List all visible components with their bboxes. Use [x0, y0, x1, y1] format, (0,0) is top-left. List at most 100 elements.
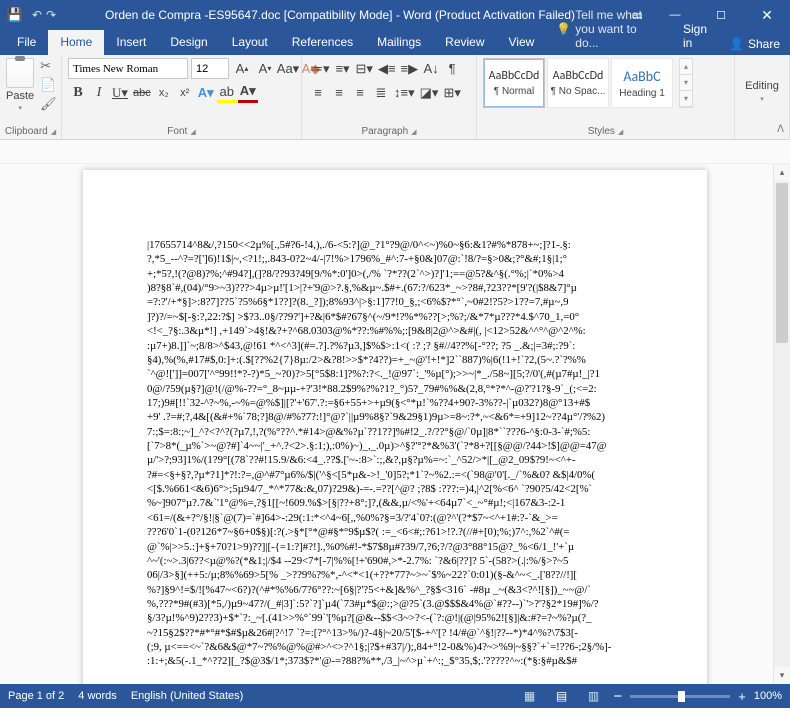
styles-group-label: Styles: [588, 126, 615, 137]
zoom-out-button[interactable]: −: [614, 688, 623, 705]
style-no-spacing[interactable]: AaBbCcDd ¶ No Spac...: [547, 58, 609, 108]
ruler[interactable]: [0, 140, 790, 164]
scroll-up-icon[interactable]: ▴: [774, 164, 790, 181]
format-painter-icon[interactable]: 🖌: [40, 96, 57, 112]
font-launcher-icon[interactable]: ◢: [190, 128, 195, 136]
collapse-ribbon-icon[interactable]: ᐱ: [777, 124, 784, 135]
qat-redo-icon[interactable]: ↷: [44, 8, 58, 22]
vertical-scrollbar[interactable]: ▴ ▾: [773, 164, 790, 684]
highlight-color-icon[interactable]: ab: [217, 82, 237, 103]
styles-launcher-icon[interactable]: ◢: [618, 128, 623, 136]
bullets-icon[interactable]: ≔▾: [308, 58, 332, 79]
zoom-slider[interactable]: [630, 695, 730, 698]
shading-icon[interactable]: ◪▾: [418, 82, 441, 103]
superscript-button[interactable]: x²: [175, 82, 195, 103]
align-right-icon[interactable]: ≡: [350, 82, 370, 103]
line-spacing-icon[interactable]: ↕≡▾: [392, 82, 417, 103]
document-body-text[interactable]: |17655714^8&/,?150<<2µ%[.,5#?6-!4,),./6-…: [147, 238, 653, 669]
style-gallery-scroll[interactable]: ▴ ▾ ▾: [679, 58, 693, 108]
justify-icon[interactable]: ≣: [371, 82, 391, 103]
paste-icon: [6, 58, 34, 88]
document-area: ▲ |17655714^8&/,?150<<2µ%[.,5#?6-!4,),./…: [0, 164, 790, 684]
align-center-icon[interactable]: ≡: [329, 82, 349, 103]
paste-button[interactable]: Paste ▾: [6, 58, 34, 112]
strikethrough-button[interactable]: abc: [131, 82, 153, 103]
style-preview: AaBbCcDd: [489, 69, 540, 83]
show-marks-icon[interactable]: ¶: [442, 58, 462, 79]
ribbon-home: Paste ▾ ✂ 📄 🖌 Clipboard◢ A▴ A▾ Aa▾ A◆ B: [0, 55, 790, 140]
document-title: Orden de Compra -ES95647.doc [Compatibil…: [58, 8, 622, 22]
multilevel-list-icon[interactable]: ⊟▾: [354, 58, 375, 79]
page-indicator[interactable]: Page 1 of 2: [8, 690, 64, 702]
change-case-icon[interactable]: Aa▾: [278, 58, 298, 79]
paragraph-group-label: Paragraph: [361, 126, 408, 137]
web-layout-icon[interactable]: ▥: [582, 687, 606, 705]
tell-me-placeholder: Tell me what you want to do...: [575, 8, 661, 50]
status-bar: Page 1 of 2 4 words English (United Stat…: [0, 684, 790, 708]
group-styles: AaBbCcDd ¶ Normal AaBbCcDd ¶ No Spac... …: [477, 55, 735, 139]
font-name-select[interactable]: [68, 58, 188, 79]
sign-in-link[interactable]: Sign in: [671, 17, 719, 55]
group-paragraph: ≔▾ ≡▾ ⊟▾ ◀≡ ≡▶ A↓ ¶ ≡ ≡ ≡ ≣ ↕≡▾ ◪▾ ⊞▾ Pa…: [302, 55, 477, 139]
tab-design[interactable]: Design: [158, 30, 219, 55]
language-indicator[interactable]: English (United States): [131, 690, 244, 702]
scroll-track[interactable]: [774, 181, 790, 667]
styles-more-icon[interactable]: ▾: [680, 91, 692, 107]
tab-view[interactable]: View: [497, 30, 547, 55]
styles-down-icon[interactable]: ▾: [680, 75, 692, 91]
subscript-button[interactable]: x₂: [154, 82, 174, 103]
tab-layout[interactable]: Layout: [220, 30, 280, 55]
ribbon-tab-strip: File Home Insert Design Layout Reference…: [0, 30, 790, 55]
tab-mailings[interactable]: Mailings: [365, 30, 433, 55]
text-effects-icon[interactable]: A▾: [196, 82, 216, 103]
italic-button[interactable]: I: [89, 82, 109, 103]
decrease-indent-icon[interactable]: ◀≡: [376, 58, 398, 79]
align-left-icon[interactable]: ≡: [308, 82, 328, 103]
styles-up-icon[interactable]: ▴: [680, 59, 692, 75]
numbering-icon[interactable]: ≡▾: [333, 58, 353, 79]
close-button[interactable]: ✕: [744, 0, 790, 30]
share-icon: 👤: [729, 37, 744, 51]
increase-font-icon[interactable]: A▴: [232, 58, 252, 79]
style-name: ¶ Normal: [494, 86, 534, 97]
style-preview: AaBbC: [623, 68, 660, 85]
decrease-font-icon[interactable]: A▾: [255, 58, 275, 79]
underline-button[interactable]: U▾: [110, 82, 130, 103]
style-name: Heading 1: [619, 88, 665, 99]
copy-icon[interactable]: 📄: [40, 77, 57, 93]
zoom-slider-thumb[interactable]: [678, 691, 685, 702]
style-normal[interactable]: AaBbCcDd ¶ Normal: [483, 58, 545, 108]
borders-icon[interactable]: ⊞▾: [441, 82, 462, 103]
tab-review[interactable]: Review: [433, 30, 496, 55]
bold-button[interactable]: B: [68, 82, 88, 103]
save-icon[interactable]: 💾: [0, 7, 30, 23]
paragraph-launcher-icon[interactable]: ◢: [411, 128, 416, 136]
tab-file[interactable]: File: [5, 30, 48, 55]
document-page[interactable]: |17655714^8&/,?150<<2µ%[.,5#?6-!4,),./6-…: [83, 170, 707, 684]
tab-insert[interactable]: Insert: [104, 30, 158, 55]
sort-icon[interactable]: A↓: [421, 58, 441, 79]
read-mode-icon[interactable]: ▦: [518, 687, 542, 705]
style-gallery: AaBbCcDd ¶ Normal AaBbCcDd ¶ No Spac... …: [483, 58, 673, 108]
word-count[interactable]: 4 words: [78, 690, 117, 702]
tell-me-search[interactable]: 💡 Tell me what you want to do...: [546, 3, 671, 55]
qat-undo-icon[interactable]: ↶: [30, 8, 44, 22]
share-button[interactable]: 👤 Share: [719, 33, 790, 55]
paste-label: Paste: [6, 90, 34, 102]
cut-icon[interactable]: ✂: [40, 58, 57, 74]
style-name: ¶ No Spac...: [551, 86, 606, 97]
editing-dropdown[interactable]: Editing▾: [745, 80, 779, 104]
tab-references[interactable]: References: [280, 30, 365, 55]
font-color-icon[interactable]: A▾: [238, 82, 258, 103]
increase-indent-icon[interactable]: ≡▶: [399, 58, 421, 79]
scroll-thumb[interactable]: [776, 183, 788, 343]
zoom-in-button[interactable]: +: [738, 689, 746, 704]
print-layout-icon[interactable]: ▤: [550, 687, 574, 705]
lightbulb-icon: 💡: [556, 22, 571, 36]
tab-home[interactable]: Home: [48, 30, 104, 55]
zoom-level[interactable]: 100%: [754, 690, 782, 702]
clipboard-launcher-icon[interactable]: ◢: [51, 128, 56, 136]
scroll-down-icon[interactable]: ▾: [774, 667, 790, 684]
style-heading1[interactable]: AaBbC Heading 1: [611, 58, 673, 108]
font-size-select[interactable]: [191, 58, 229, 79]
